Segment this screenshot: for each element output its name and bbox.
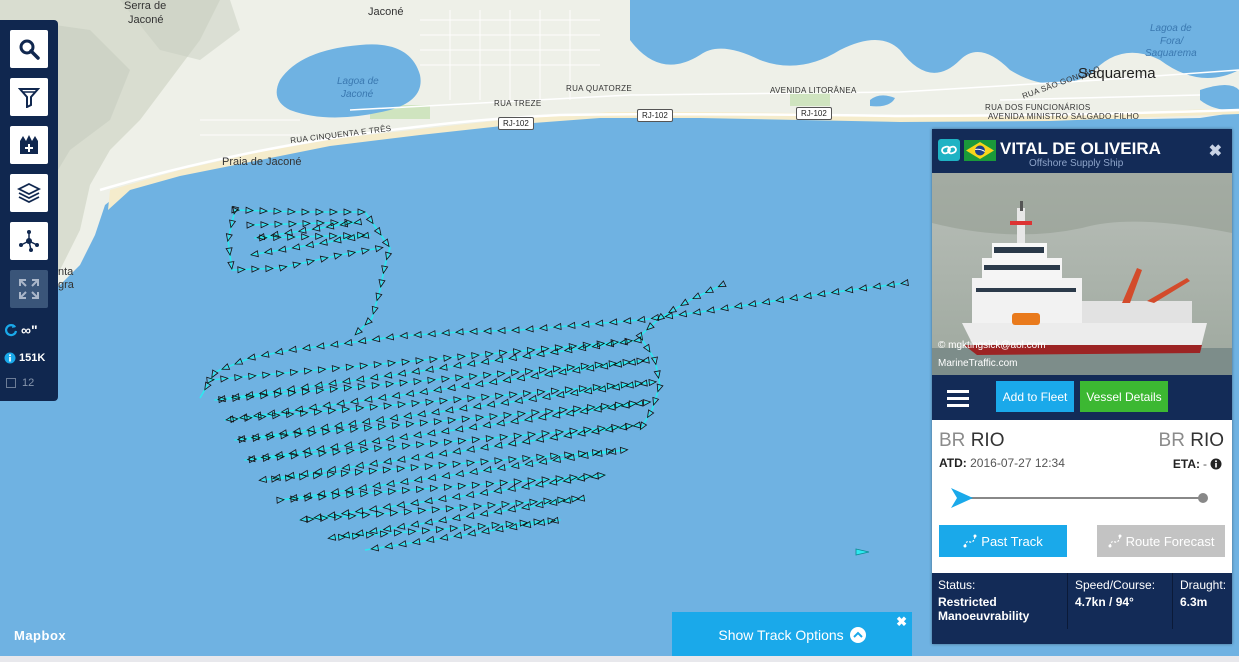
network-button[interactable] [10,222,48,260]
arrival-port-name: RIO [1190,430,1224,451]
speed-cell: Speed/Course: 4.7kn / 94° [1069,573,1173,629]
atd-label: ATD: [939,456,967,470]
map-label: Jaconé [368,6,404,18]
close-panel-button[interactable]: ✖ [1209,141,1222,161]
map-label: Saquarema [1078,65,1156,82]
road-shield: RJ-102 [637,109,673,122]
close-icon: ✖ [1208,143,1222,160]
vessel-photo[interactable]: © mgktingsick@aol.com MarineTraffic.com [932,173,1232,375]
time-filter-label: ∞" [21,322,38,338]
vessels-count: 151K [4,352,45,364]
map-label: Praia de Jaconé [222,156,302,168]
search-button[interactable] [10,30,48,68]
departure-port-name: RIO [970,430,1005,451]
route-icon [1108,534,1122,548]
map-label: Serra de [124,0,167,12]
status-label: Status: [938,578,976,592]
route-forecast-button[interactable]: Route Forecast [1097,525,1225,557]
departure-port[interactable]: BR RIO [939,430,1004,452]
mapbox-attribution[interactable]: Mapbox [14,628,66,643]
track-icon [963,534,977,548]
map-label: RUA QUATORZE [566,84,632,93]
map-label: Lagoa de [1150,23,1192,34]
selected-count-value: 12 [22,377,35,389]
network-icon [19,230,39,252]
map-label: RUA TREZE [494,99,542,108]
filter-icon [18,88,40,108]
past-track-label: Past Track [981,533,1043,549]
info-icon[interactable] [1210,458,1222,470]
photo-credit: © mgktingsick@aol.com [938,340,1046,351]
vessel-actions-bar: Add to Fleet Vessel Details [932,375,1232,420]
fleet-icon [20,135,38,154]
vessels-count-value: 151K [19,352,46,364]
chevron-up-icon [849,627,866,643]
route-forecast-label: Route Forecast [1125,533,1215,549]
info-icon [4,352,16,364]
arrival-country: BR [1158,430,1185,451]
road-shield: RJ-102 [796,107,832,120]
vessel-status-bar: Status: Restricted Manoeuvrability Speed… [932,573,1232,644]
vessel-panel-header: VITAL DE OLIVEIRA Offshore Supply Ship ✖ [932,129,1232,173]
map-label: AVENIDA LITORÂNEA [770,86,857,95]
show-track-options-label: Show Track Options [718,627,844,643]
photo-watermark: MarineTraffic.com [938,358,1017,369]
draught-cell: Draught: 6.3m [1174,573,1232,629]
layers-button[interactable] [10,174,48,212]
draught-value: 6.3m [1180,595,1208,609]
show-track-options-button[interactable]: Show Track Options ✖ [672,612,912,658]
map-label: nta [58,266,74,278]
eta-label: ETA: [1172,457,1200,471]
eta-value: - [1203,457,1207,471]
vessel-type: Offshore Supply Ship [1029,158,1124,169]
link-icon [941,145,957,155]
map-label: Saquarema [1145,48,1197,59]
speed-value: 4.7kn / 94° [1075,595,1134,609]
voyage-progress-track [962,497,1204,499]
map-label: gra [58,279,74,291]
road-shield: RJ-102 [498,117,534,130]
add-to-fleet-button[interactable]: Add to Fleet [996,381,1074,412]
search-icon [19,39,40,60]
fullscreen-button[interactable] [10,270,48,308]
speed-label: Speed/Course: [1075,578,1156,592]
draught-label: Draught: [1180,578,1227,592]
departure-country: BR [939,430,966,451]
refresh-icon [4,324,18,337]
vessel-name: VITAL DE OLIVEIRA [1000,139,1161,158]
past-track-button[interactable]: Past Track [939,525,1067,557]
fullscreen-icon [19,279,39,299]
flag-icon-brazil [964,140,996,161]
map-toolbar: ∞" 151K 12 [0,20,58,401]
arrival-port[interactable]: BR RIO [1159,430,1224,452]
checkbox-icon [6,378,16,388]
eta-line: ETA: - [1173,457,1222,471]
layers-icon [17,182,41,204]
vessel-panel: VITAL DE OLIVEIRA Offshore Supply Ship ✖ [932,129,1232,644]
map-label: Fora/ [1160,36,1184,47]
fleet-button[interactable] [10,126,48,164]
map-label: Lagoa de [337,76,379,87]
map-label: Jaconé [341,89,374,100]
vessel-position-icon [951,488,973,508]
status-value: Restricted Manoeuvrability [938,595,1030,623]
link-button[interactable] [938,139,960,161]
filter-button[interactable] [10,78,48,116]
map-label: Jaconé [128,14,164,26]
time-filter[interactable]: ∞" [4,322,38,338]
vessel-details-button[interactable]: Vessel Details [1080,381,1168,412]
atd-line: ATD: 2016-07-27 12:34 [939,456,1065,470]
map-label: RUA DOS FUNCIONÁRIOS [985,103,1091,112]
voyage-section: BR RIO BR RIO ATD: 2016-07-27 12:34 ETA:… [932,420,1232,573]
selected-count[interactable]: 12 [4,377,34,389]
voyage-progress-end-dot [1198,493,1208,503]
status-cell: Status: Restricted Manoeuvrability [932,573,1068,629]
close-track-options-icon[interactable]: ✖ [896,614,907,630]
hamburger-icon [947,389,969,407]
atd-value: 2016-07-27 12:34 [970,456,1065,470]
bottom-strip [0,656,1239,662]
vessel-photo-image: © mgktingsick@aol.com MarineTraffic.com [932,173,1232,375]
map-label: AVENIDA MINISTRO SALGADO FILHO [988,112,1140,121]
menu-button[interactable] [932,375,984,420]
